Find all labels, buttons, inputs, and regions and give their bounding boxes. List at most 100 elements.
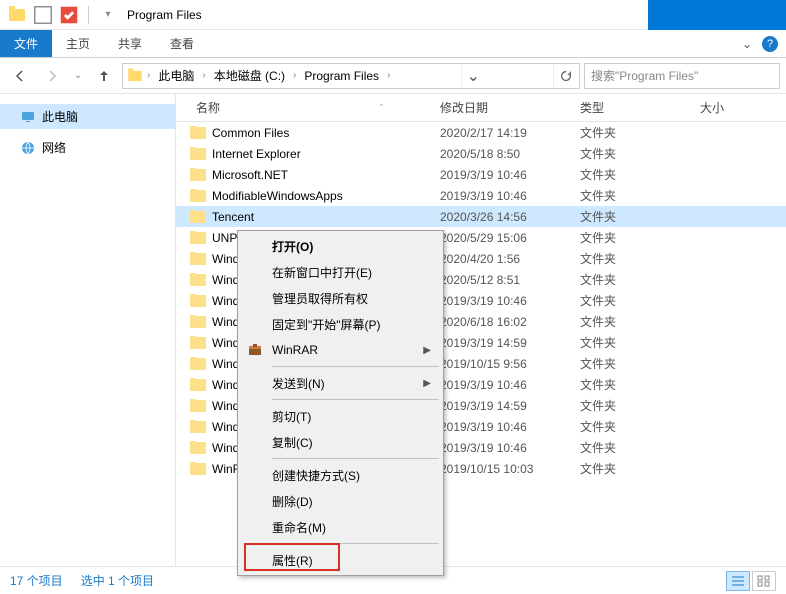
breadcrumb-drive[interactable]: 本地磁盘 (C:)	[208, 64, 291, 88]
column-date[interactable]: 修改日期	[432, 94, 572, 121]
tab-view[interactable]: 查看	[156, 30, 208, 57]
chevron-right-icon[interactable]: ›	[291, 70, 298, 81]
folder-icon	[190, 190, 206, 202]
file-date: 2020/3/26 14:56	[432, 210, 572, 224]
address-bar[interactable]: › 此电脑 › 本地磁盘 (C:) › Program Files › ⌄	[122, 63, 580, 89]
file-date: 2020/5/12 8:51	[432, 273, 572, 287]
file-date: 2019/3/19 14:59	[432, 336, 572, 350]
submenu-arrow-icon: ▶	[423, 378, 431, 389]
quick-access-toolbar: ▾	[0, 4, 119, 26]
file-row[interactable]: Tencent 2020/3/26 14:56文件夹	[176, 206, 786, 227]
menu-separator	[272, 458, 439, 459]
folder-icon	[190, 127, 206, 139]
tab-home[interactable]: 主页	[52, 30, 104, 57]
qat-item[interactable]	[32, 4, 54, 26]
sidebar-item-this-pc[interactable]: 此电脑	[0, 104, 175, 129]
file-date: 2020/5/29 15:06	[432, 231, 572, 245]
folder-icon	[190, 463, 206, 475]
file-type: 文件夹	[572, 439, 692, 456]
menu-pin-start[interactable]: 固定到"开始"屏幕(P)	[240, 311, 441, 337]
file-type: 文件夹	[572, 208, 692, 225]
file-date: 2020/4/20 1:56	[432, 252, 572, 266]
menu-create-shortcut[interactable]: 创建快捷方式(S)	[240, 462, 441, 488]
file-date: 2019/3/19 10:46	[432, 168, 572, 182]
sidebar-label: 此电脑	[42, 108, 78, 125]
file-date: 2019/3/19 14:59	[432, 399, 572, 413]
file-name: Wind	[212, 252, 239, 266]
folder-icon	[190, 379, 206, 391]
menu-admin-ownership[interactable]: 管理员取得所有权	[240, 285, 441, 311]
folder-icon	[125, 66, 145, 86]
view-icons-button[interactable]	[752, 571, 776, 591]
menu-cut[interactable]: 剪切(T)	[240, 403, 441, 429]
file-row[interactable]: Internet Explorer2020/5/18 8:50文件夹	[176, 143, 786, 164]
chevron-right-icon[interactable]: ›	[385, 70, 392, 81]
file-row[interactable]: Common Files2020/2/17 14:19文件夹	[176, 122, 786, 143]
folder-icon	[190, 274, 206, 286]
file-type: 文件夹	[572, 271, 692, 288]
file-name: Wind	[212, 399, 239, 413]
file-type: 文件夹	[572, 250, 692, 267]
file-type: 文件夹	[572, 292, 692, 309]
menu-delete[interactable]: 删除(D)	[240, 488, 441, 514]
submenu-arrow-icon: ▶	[423, 345, 431, 356]
qat-dropdown-icon[interactable]: ▾	[97, 4, 119, 26]
column-size[interactable]: 大小	[692, 94, 762, 121]
forward-button[interactable]	[38, 62, 66, 90]
folder-icon	[190, 253, 206, 265]
file-type: 文件夹	[572, 166, 692, 183]
tab-file[interactable]: 文件	[0, 30, 52, 57]
menu-copy[interactable]: 复制(C)	[240, 429, 441, 455]
menu-send-to[interactable]: 发送到(N)▶	[240, 370, 441, 396]
file-row[interactable]: Microsoft.NET 2019/3/19 10:46文件夹	[176, 164, 786, 185]
view-details-button[interactable]	[726, 571, 750, 591]
tab-share[interactable]: 共享	[104, 30, 156, 57]
context-menu: 打开(O) 在新窗口中打开(E) 管理员取得所有权 固定到"开始"屏幕(P) W…	[237, 230, 444, 576]
chevron-right-icon[interactable]: ›	[145, 70, 152, 81]
file-date: 2019/3/19 10:46	[432, 378, 572, 392]
help-icon[interactable]: ?	[762, 36, 778, 52]
folder-icon	[190, 148, 206, 160]
file-date: 2020/5/18 8:50	[432, 147, 572, 161]
recent-dropdown-icon[interactable]: ⌄	[70, 62, 86, 90]
qat-properties-icon[interactable]	[58, 4, 80, 26]
menu-winrar[interactable]: WinRAR▶	[240, 337, 441, 363]
up-button[interactable]	[90, 62, 118, 90]
menu-open-new-window[interactable]: 在新窗口中打开(E)	[240, 259, 441, 285]
breadcrumb-this-pc[interactable]: 此电脑	[152, 64, 200, 88]
column-type[interactable]: 类型	[572, 94, 692, 121]
file-name: UNP	[212, 231, 237, 245]
file-row[interactable]: ModifiableWindowsApps2019/3/19 10:46文件夹	[176, 185, 786, 206]
folder-icon	[190, 421, 206, 433]
addr-dropdown-icon[interactable]: ⌄	[461, 64, 485, 88]
folder-icon	[190, 316, 206, 328]
ribbon-expand-icon[interactable]: ⌄	[742, 37, 752, 51]
file-type: 文件夹	[572, 460, 692, 477]
file-name: Tencent	[212, 210, 254, 224]
back-button[interactable]	[6, 62, 34, 90]
column-name[interactable]: 名称ˆ	[176, 94, 432, 121]
file-name: Microsoft.NET	[212, 168, 288, 182]
file-name: Wind	[212, 294, 239, 308]
file-name: Wind	[212, 420, 239, 434]
menu-rename[interactable]: 重命名(M)	[240, 514, 441, 540]
navbar: ⌄ › 此电脑 › 本地磁盘 (C:) › Program Files › ⌄ …	[0, 58, 786, 94]
status-item-count: 17 个项目	[10, 572, 63, 589]
file-date: 2019/3/19 10:46	[432, 189, 572, 203]
folder-icon	[190, 400, 206, 412]
menu-separator	[272, 543, 439, 544]
chevron-right-icon[interactable]: ›	[200, 70, 207, 81]
file-type: 文件夹	[572, 334, 692, 351]
ribbon-tabs: 文件 主页 共享 查看 ⌄ ?	[0, 30, 786, 58]
menu-separator	[272, 366, 439, 367]
breadcrumb-folder[interactable]: Program Files	[298, 64, 385, 88]
menu-open[interactable]: 打开(O)	[240, 233, 441, 259]
file-name: Wind	[212, 441, 239, 455]
menu-properties[interactable]: 属性(R)	[240, 547, 441, 573]
file-date: 2019/3/19 10:46	[432, 294, 572, 308]
refresh-icon[interactable]	[553, 64, 577, 88]
file-type: 文件夹	[572, 229, 692, 246]
file-name: Internet Explorer	[212, 147, 301, 161]
search-input[interactable]: 搜索"Program Files"	[584, 63, 780, 89]
sidebar-item-network[interactable]: 网络	[0, 135, 175, 160]
